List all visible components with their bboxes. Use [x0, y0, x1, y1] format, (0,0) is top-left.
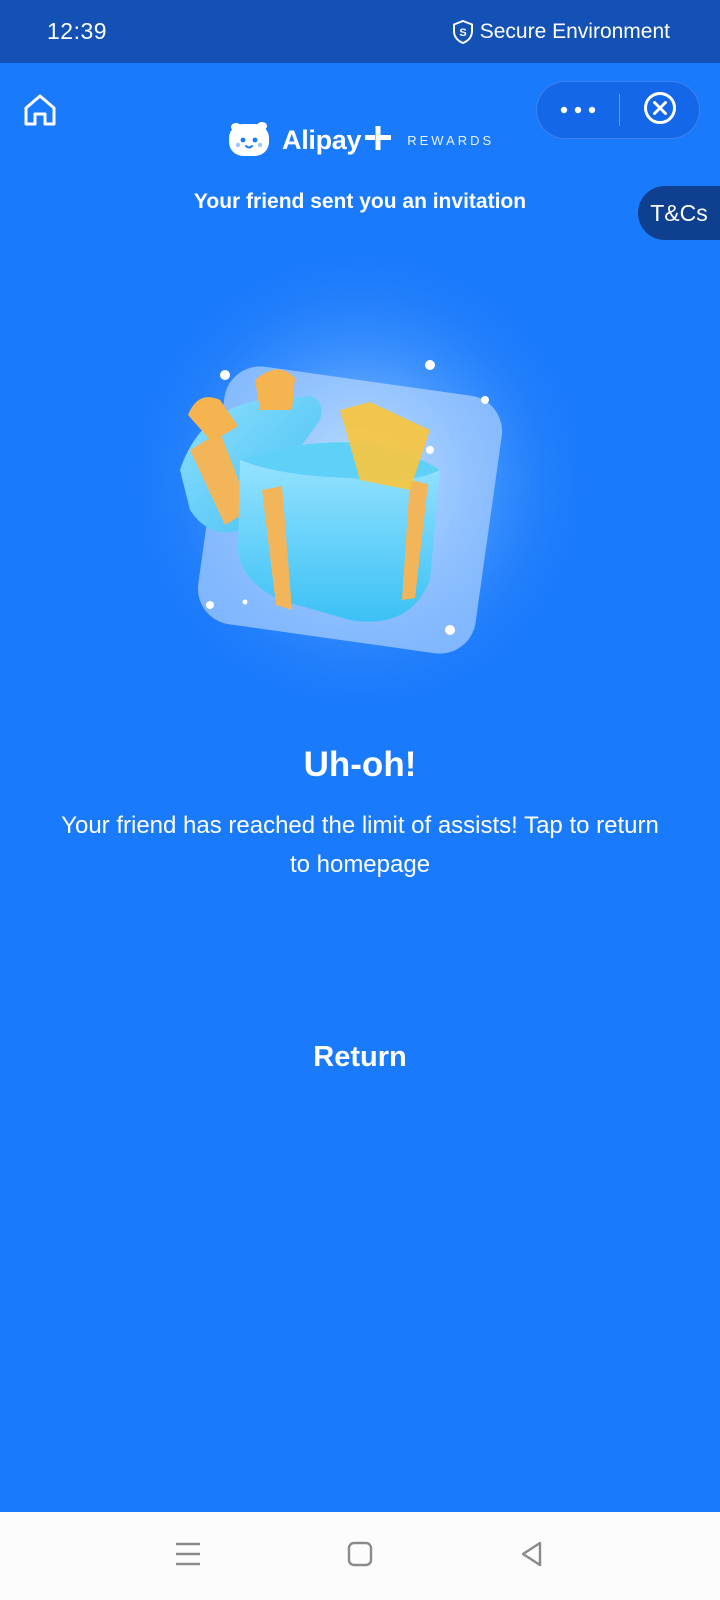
shield-icon: S: [452, 19, 474, 44]
open-gift-box-illustration: [110, 240, 610, 730]
more-button[interactable]: [537, 82, 619, 138]
status-time: 12:39: [47, 18, 108, 44]
back-nav-button[interactable]: [514, 1538, 550, 1574]
tncs-button[interactable]: T&Cs: [638, 186, 720, 240]
mini-program-capsule: [536, 81, 700, 139]
close-button[interactable]: [620, 82, 699, 138]
status-bar: 12:39 S Secure Environment: [0, 0, 720, 63]
system-nav-bar: [0, 1512, 720, 1600]
home-nav-button[interactable]: [342, 1538, 378, 1574]
limit-message: Your friend has reached the limit of ass…: [61, 812, 659, 878]
back-triangle-icon: [518, 1540, 546, 1573]
square-icon: [346, 1540, 374, 1573]
brand-logo: Alipay REWARDS: [226, 118, 494, 162]
home-icon: [20, 94, 60, 134]
more-horizontal-icon: [560, 101, 596, 119]
brand-name: Alipay: [282, 124, 362, 155]
return-button[interactable]: Return: [260, 1030, 460, 1084]
brand-tag: REWARDS: [407, 132, 495, 148]
menu-icon: [174, 1541, 202, 1572]
close-circle-icon: [643, 91, 677, 130]
secure-environment-indicator: S Secure Environment: [452, 19, 670, 44]
invite-text: Your friend sent you an invitation: [193, 190, 527, 213]
svg-text:S: S: [459, 27, 466, 39]
mascot-icon: [226, 118, 274, 163]
plus-icon: [365, 125, 392, 156]
recent-apps-button[interactable]: [170, 1538, 206, 1574]
home-button[interactable]: [20, 90, 60, 130]
headline: Uh-oh!: [303, 745, 417, 784]
secure-label: Secure Environment: [479, 19, 670, 43]
